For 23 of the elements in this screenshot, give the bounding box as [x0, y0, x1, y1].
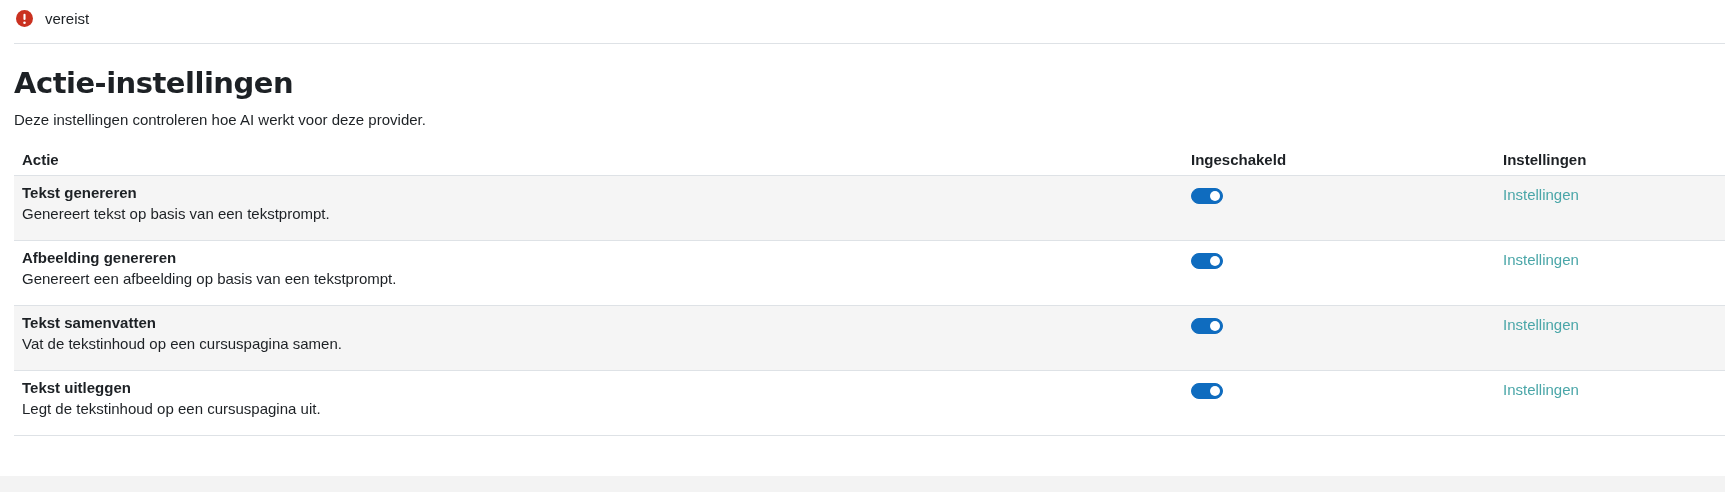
column-header: Actie [22, 150, 59, 168]
action-description: Legt de tekstinhoud op een cursuspagina uit. [22, 400, 321, 417]
action-name: Tekst samenvatten [22, 314, 156, 331]
settings-link[interactable]: Instellingen [1503, 251, 1579, 268]
section-title: Actie-instellingen [14, 66, 294, 100]
action-name: Afbeelding genereren [22, 249, 177, 266]
action-description: Genereert tekst op basis van een tekstprompt. [22, 205, 330, 222]
settings-link[interactable]: Instellingen [1503, 186, 1579, 203]
toggle-switch[interactable] [1191, 188, 1223, 204]
settings-link[interactable]: Instellingen [1503, 316, 1579, 333]
action-description: Vat de tekstinhoud op een cursuspagina samen. [22, 335, 342, 352]
toggle-switch[interactable] [1191, 253, 1223, 269]
required-label: vereist [45, 10, 90, 27]
settings-link[interactable]: Instellingen [1503, 381, 1579, 398]
exclamation-icon [16, 10, 33, 27]
toggle-switch[interactable] [1191, 383, 1223, 399]
action-name: Tekst genereren [22, 184, 137, 201]
column-header: Instellingen [1503, 150, 1587, 168]
action-name: Tekst uitleggen [22, 379, 131, 396]
toggle-switch[interactable] [1191, 318, 1223, 334]
column-header: Ingeschakeld [1191, 150, 1287, 168]
section-description: Deze instellingen controleren hoe AI werkt voor deze provider. [14, 111, 426, 128]
action-description: Genereert een afbeelding op basis van een tekstprompt. [22, 270, 397, 287]
